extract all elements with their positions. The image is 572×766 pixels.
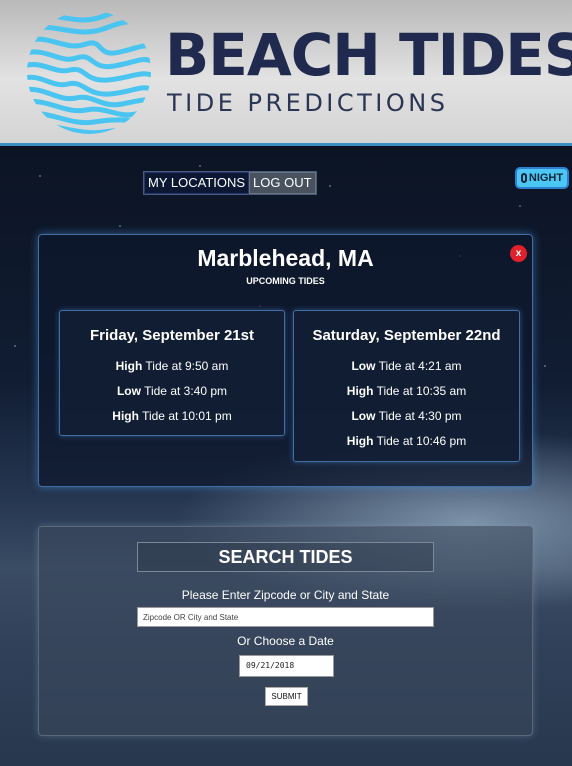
- log-out-button[interactable]: LOG OUT: [249, 172, 316, 194]
- tide-row: High Tide at 10:35 am: [294, 384, 519, 398]
- main-content: MY LOCATIONS LOG OUT NIGHT Marblehead, M…: [0, 146, 572, 766]
- day-card-friday: Friday, September 21st High Tide at 9:50…: [59, 310, 285, 436]
- tide-time: Tide at 4:30 pm: [375, 409, 462, 423]
- tide-type: Low: [351, 409, 376, 423]
- date-input[interactable]: 09/21/2018: [239, 655, 334, 677]
- tide-row: Low Tide at 3:40 pm: [60, 384, 284, 398]
- toggle-knob-icon: [520, 173, 527, 183]
- night-toggle-label: NIGHT: [528, 172, 564, 184]
- site-title: BEACH TIDES: [165, 21, 572, 89]
- day-card-saturday: Saturday, September 22nd Low Tide at 4:2…: [293, 310, 520, 462]
- tide-row: High Tide at 10:01 pm: [60, 409, 284, 423]
- zipcode-label: Please Enter Zipcode or City and State: [181, 588, 390, 602]
- tide-row: Low Tide at 4:30 pm: [294, 409, 519, 423]
- zipcode-input[interactable]: [137, 607, 434, 627]
- day-heading: Friday, September 21st: [90, 327, 254, 344]
- tide-type: High: [112, 409, 139, 423]
- site-header: BEACH TIDES TIDE PREDICTIONS: [0, 0, 572, 146]
- night-mode-toggle[interactable]: NIGHT: [515, 167, 569, 189]
- submit-button[interactable]: SUBMIT: [265, 687, 308, 706]
- tide-type: High: [346, 434, 374, 448]
- location-name: Marblehead, MA: [197, 245, 374, 271]
- tide-time: Tide at 4:21 am: [375, 359, 462, 373]
- tide-time: Tide at 3:40 pm: [140, 384, 228, 398]
- tide-row: High Tide at 9:50 am: [60, 359, 284, 373]
- tide-type: Low: [116, 384, 141, 398]
- tide-time: Tide at 10:01 pm: [138, 409, 232, 423]
- wave-fingerprint-icon: [27, 10, 151, 134]
- site-subtitle: TIDE PREDICTIONS: [167, 89, 449, 117]
- day-heading: Saturday, September 22nd: [312, 327, 501, 344]
- tide-type: High: [115, 359, 143, 373]
- account-nav: MY LOCATIONS LOG OUT: [143, 171, 317, 195]
- tide-type: Low: [351, 359, 376, 373]
- upcoming-tides-label: UPCOMING TIDES: [246, 276, 325, 286]
- tide-row: Low Tide at 4:21 am: [294, 359, 519, 373]
- remove-location-button[interactable]: x: [510, 245, 527, 262]
- tide-type: High: [346, 384, 374, 398]
- date-label: Or Choose a Date: [237, 634, 334, 648]
- tide-row: High Tide at 10:46 pm: [294, 434, 519, 448]
- tide-time: Tide at 10:35 am: [373, 384, 467, 398]
- tide-time: Tide at 9:50 am: [142, 359, 229, 373]
- tide-time: Tide at 10:46 pm: [373, 434, 467, 448]
- search-tides-panel: SEARCH TIDES Please Enter Zipcode or Cit…: [38, 526, 533, 736]
- location-tides-panel: Marblehead, MA UPCOMING TIDES x Friday, …: [38, 234, 533, 487]
- my-locations-button[interactable]: MY LOCATIONS: [144, 172, 250, 194]
- search-tides-title: SEARCH TIDES: [137, 542, 434, 572]
